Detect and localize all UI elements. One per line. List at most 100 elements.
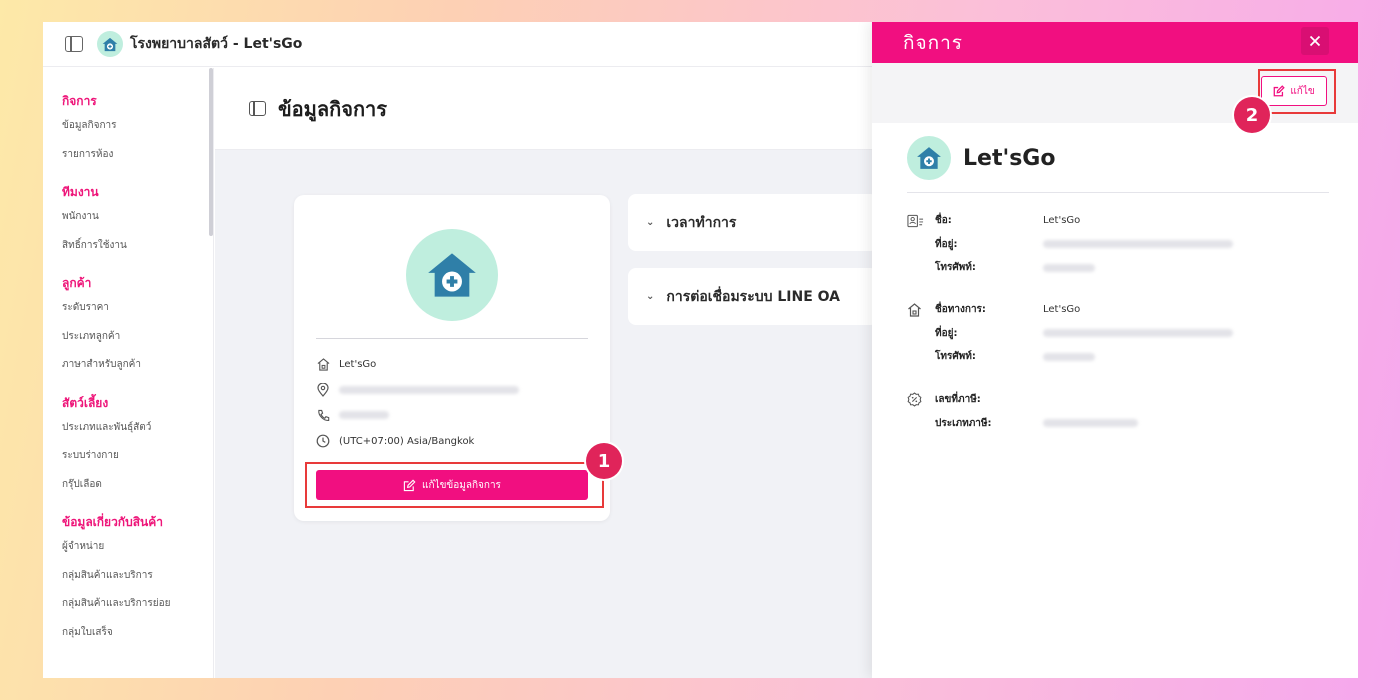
top-bar: โรงพยาบาลสัตว์ - Let'sGo [43,22,872,67]
edit-icon [1273,85,1286,97]
business-phone-row [316,406,389,424]
accordion-business-hours[interactable]: ⌄ เวลาทำการ [628,194,878,251]
percent-icon [907,392,927,408]
sidebar-item-receipt-groups[interactable]: กลุ่มใบเสร็จ [43,619,213,648]
phone-redacted [1043,352,1095,361]
location-pin-icon [316,383,330,397]
info-label: ประเภทภาษี: [935,417,992,429]
info-label: ที่อยู่: [935,238,958,250]
business-drawer: กิจการ แก้ไข 2 Let'sGo ชื่อ: Let'sGo ที่… [872,22,1358,678]
business-name-row: Let'sGo [316,355,376,373]
info-label: โทรศัพท์: [935,351,976,363]
business-card: Let'sGo (UTC+07:00) Asia/Bangkok แก้ไขข้… [294,195,622,521]
app-title: โรงพยาบาลสัตว์ - Let'sGo [130,36,303,52]
info-label: ชื่อ: [935,215,952,227]
business-address-redacted [339,386,519,394]
sidebar-group-customers: ลูกค้า ระดับราคา ประเภทลูกค้า ภาษาสำหรับ… [43,272,213,380]
business-phone-redacted [339,411,389,419]
sidebar-item-customer-languages[interactable]: ภาษาสำหรับลูกค้า [43,351,213,380]
clock-icon [316,434,330,448]
step-badge-2: 2 [1234,97,1270,133]
sidebar-group-pets: สัตว์เลี้ยง ประเภทและพันธุ์สัตว์ ระบบร่า… [43,392,213,500]
page-header: ข้อมูลกิจการ [215,68,872,150]
info-row-official-phone: โทรศัพท์: [907,345,1233,369]
info-label: ชื่อทางการ: [935,304,986,316]
edit-icon [403,479,416,491]
step-badge-1: 1 [586,443,622,479]
info-label: โทรศัพท์: [935,262,976,274]
sidebar-item-price-levels[interactable]: ระดับราคา [43,294,213,323]
sidebar-item-customer-types[interactable]: ประเภทลูกค้า [43,323,213,352]
edit-button-label: แก้ไข [1290,85,1315,97]
business-address-row [316,381,519,399]
toggle-sidebar-icon[interactable] [65,36,83,52]
drawer-business-name: Let'sGo [963,145,1056,171]
info-row-name: ชื่อ: Let'sGo [907,209,1233,233]
accordion-label: เวลาทำการ [666,214,737,231]
tax-type-redacted [1043,419,1138,428]
sidebar-heading: กิจการ [62,94,97,108]
sidebar-scrollbar[interactable] [209,68,213,236]
info-label: เลขที่ภาษี: [935,394,981,406]
sidebar-item-staff[interactable]: พนักงาน [43,203,213,232]
edit-business-button[interactable]: แก้ไขข้อมูลกิจการ [316,470,588,500]
info-value: Let'sGo [1043,304,1081,316]
chevron-down-icon: ⌄ [646,291,655,302]
address-redacted [1043,240,1233,249]
sidebar-heading: ลูกค้า [62,276,92,290]
phone-icon [316,408,330,422]
sidebar-item-product-groups[interactable]: กลุ่มสินค้าและบริการ [43,562,213,591]
sidebar-item-business-info[interactable]: ข้อมูลกิจการ [43,112,213,141]
info-row-tax-type: ประเภทภาษี: [907,412,1138,436]
close-icon [1309,35,1321,47]
business-timezone: (UTC+07:00) Asia/Bangkok [339,435,475,447]
building-icon [907,302,927,318]
main-content: ข้อมูลกิจการ Let'sGo (UTC+07:00) Asia/Ba… [215,68,878,678]
sidebar: กิจการ ข้อมูลกิจการ รายการห้อง ทีมงาน พน… [43,68,214,678]
page-panel-icon [249,101,266,116]
sidebar-group-team: ทีมงาน พนักงาน สิทธิ์การใช้งาน [43,181,213,260]
business-avatar-icon [907,136,951,180]
sidebar-item-product-subgroups[interactable]: กลุ่มสินค้าและบริการย่อย [43,590,213,619]
page-title: ข้อมูลกิจการ [278,96,388,121]
sidebar-item-permissions[interactable]: สิทธิ์การใช้งาน [43,232,213,261]
info-section-tax: เลขที่ภาษี: ประเภทภาษี: [907,388,1138,435]
sidebar-item-suppliers[interactable]: ผู้จำหน่าย [43,533,213,562]
phone-redacted [1043,263,1095,272]
sidebar-item-species-breeds[interactable]: ประเภทและพันธุ์สัตว์ [43,414,213,443]
info-row-address: ที่อยู่: [907,233,1233,257]
address-redacted [1043,329,1233,338]
business-avatar-icon [406,229,498,321]
edit-business-label: แก้ไขข้อมูลกิจการ [422,479,501,491]
accordion-line-oa[interactable]: ⌄ การต่อเชื่อมระบบ LINE OA [628,268,878,325]
info-row-tax-id: เลขที่ภาษี: [907,388,1138,412]
sidebar-item-blood-groups[interactable]: กรุ๊ปเลือด [43,471,213,500]
chevron-down-icon: ⌄ [646,217,655,228]
info-row-phone: โทรศัพท์: [907,256,1233,280]
sidebar-item-rooms[interactable]: รายการห้อง [43,141,213,170]
business-name: Let'sGo [339,358,377,370]
building-icon [316,357,330,371]
sidebar-heading: ข้อมูลเกี่ยวกับสินค้า [62,515,163,529]
info-value: Let'sGo [1043,215,1081,227]
drawer-business-header: Let'sGo [907,136,1055,180]
drawer-header: กิจการ [872,22,1358,63]
app-window: โรงพยาบาลสัตว์ - Let'sGo กิจการ ข้อมูลกิ… [43,22,1358,678]
close-button[interactable] [1301,27,1329,55]
accordion-label: การต่อเชื่อมระบบ LINE OA [666,288,841,305]
sidebar-heading: ทีมงาน [62,185,99,199]
info-label: ที่อยู่: [935,327,958,339]
edit-button[interactable]: แก้ไข [1261,76,1327,106]
id-card-icon [907,213,927,229]
info-row-official-name: ชื่อทางการ: Let'sGo [907,298,1233,322]
sidebar-heading: สัตว์เลี้ยง [62,395,109,410]
drawer-toolbar: แก้ไข 2 [872,63,1358,133]
sidebar-group-business: กิจการ ข้อมูลกิจการ รายการห้อง [43,90,213,169]
sidebar-item-body-systems[interactable]: ระบบร่างกาย [43,442,213,471]
business-timezone-row: (UTC+07:00) Asia/Bangkok [316,432,474,450]
